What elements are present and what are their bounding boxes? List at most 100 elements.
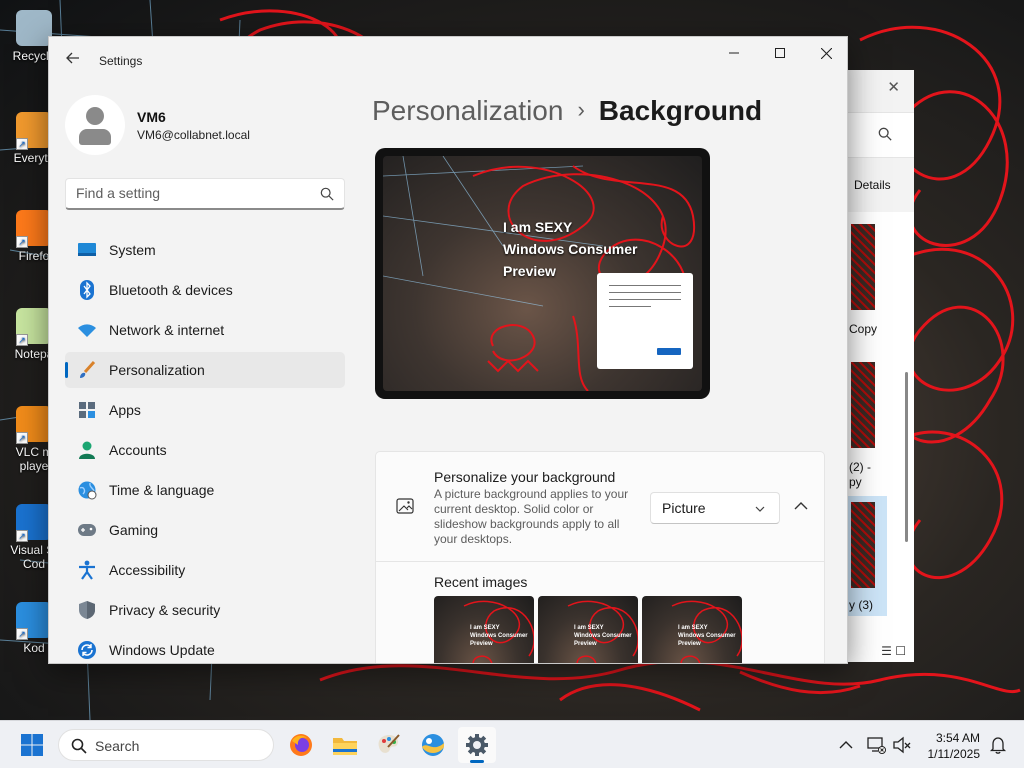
desktop-app-icon: ↗: [16, 406, 52, 444]
view-toggle-buttons[interactable]: ☰ ☐: [881, 644, 906, 658]
notification-bell-icon[interactable]: [988, 735, 1008, 755]
file-caption[interactable]: Copy: [849, 322, 877, 337]
chevron-up-icon[interactable]: [794, 501, 808, 511]
person-icon: [77, 440, 97, 460]
folder-icon: [333, 738, 357, 755]
photos-taskbar-button[interactable]: [414, 727, 452, 763]
firefox-icon: [290, 734, 312, 756]
accessibility-icon: [77, 560, 97, 580]
nav-label: Bluetooth & devices: [109, 282, 233, 298]
personalize-description: A picture background applies to your cur…: [434, 487, 629, 546]
desktop-preview: I am SEXY Windows Consumer Preview: [375, 148, 710, 399]
desktop-app-icon: ↗: [16, 308, 52, 346]
active-app-indicator: [470, 760, 484, 763]
user-name: VM6: [137, 109, 166, 125]
bluetooth-icon: [77, 280, 97, 300]
firefox-taskbar-button[interactable]: [282, 727, 320, 763]
title-bar: Settings: [49, 37, 847, 85]
chevron-up-icon[interactable]: [836, 735, 856, 755]
nav-item-accounts[interactable]: Accounts: [65, 432, 345, 468]
nav-label: Gaming: [109, 522, 159, 538]
nav-label: Network & internet: [109, 322, 225, 338]
recent-images-list: I am SEXY Windows Consumer Preview I am …: [434, 596, 742, 663]
nav-label: Personalization: [109, 362, 205, 378]
file-caption[interactable]: (2) - py: [849, 460, 871, 490]
wifi-icon: [77, 320, 97, 340]
nav-item-system[interactable]: System: [65, 232, 345, 268]
nav-label: Accounts: [109, 442, 167, 458]
recent-images-section: Recent images I am SEXY Windows Consumer…: [376, 562, 824, 663]
file-thumbnail[interactable]: [851, 362, 875, 448]
system-clock[interactable]: 3:54 AM 1/11/2025: [910, 730, 981, 762]
desktop-app-icon: ↗: [16, 602, 52, 640]
breadcrumb: Personalization › Background: [372, 95, 762, 127]
shortcut-arrow-icon: ↗: [16, 236, 28, 248]
paint-taskbar-button[interactable]: [370, 727, 408, 763]
search-icon: [320, 187, 334, 201]
nav-item-bluetooth[interactable]: Bluetooth & devices: [65, 272, 345, 308]
details-button[interactable]: Details: [854, 178, 891, 192]
nav-item-gaming[interactable]: Gaming: [65, 512, 345, 548]
network-disconnected-icon[interactable]: [866, 735, 886, 755]
nav-label: Windows Update: [109, 642, 215, 658]
taskbar-search-placeholder: Search: [95, 738, 140, 754]
search-input[interactable]: [66, 179, 306, 207]
nav-item-time-language[interactable]: Time & language: [65, 472, 345, 508]
nav-item-accessibility[interactable]: Accessibility: [65, 552, 345, 588]
photos-icon: [422, 734, 444, 756]
taskbar: Search 3:54 AM 1/11/2025: [0, 720, 1024, 768]
settings-content: Personalization › Background I am SEXY Win…: [359, 85, 847, 663]
breadcrumb-separator: ›: [577, 97, 585, 122]
shortcut-arrow-icon: ↗: [16, 628, 28, 640]
explorer-close-icon[interactable]: ✕: [887, 78, 900, 96]
windows-start-icon[interactable]: [20, 733, 44, 757]
nav-item-windows-update[interactable]: Windows Update: [65, 632, 345, 663]
breadcrumb-parent[interactable]: Personalization: [372, 95, 563, 126]
find-setting-search[interactable]: [65, 178, 345, 210]
minimize-button[interactable]: [711, 37, 757, 69]
taskbar-search[interactable]: Search: [58, 729, 274, 761]
settings-nav: System Bluetooth & devices Network & int…: [65, 232, 345, 663]
personalize-title: Personalize your background: [434, 469, 616, 485]
search-icon: [71, 738, 87, 754]
paintbrush-icon: [77, 360, 97, 380]
shield-icon: [77, 600, 97, 620]
shortcut-arrow-icon: ↗: [16, 334, 28, 346]
close-button[interactable]: [803, 37, 847, 69]
search-icon: [878, 127, 892, 141]
preview-window-sample: [597, 273, 693, 369]
file-explorer-window[interactable]: ✕ Details Copy (2) - py y (3) ☰ ☐: [846, 70, 914, 662]
recent-image-thumbnail[interactable]: I am SEXY Windows Consumer Preview: [434, 596, 534, 663]
recent-images-title: Recent images: [434, 574, 528, 590]
nav-item-network[interactable]: Network & internet: [65, 312, 345, 348]
file-caption[interactable]: y (3): [849, 598, 873, 613]
thumbnail-watermark: I am SEXY Windows Consumer Preview: [470, 625, 528, 647]
nav-label: Accessibility: [109, 562, 186, 578]
file-thumbnail[interactable]: [851, 224, 875, 310]
shortcut-arrow-icon: ↗: [16, 432, 28, 444]
user-email: VM6@collabnet.local: [137, 128, 250, 142]
recent-image-thumbnail[interactable]: I am SEXY Windows Consumer Preview: [642, 596, 742, 663]
settings-taskbar-button[interactable]: [458, 727, 496, 763]
gear-icon: [466, 734, 488, 756]
file-thumbnail[interactable]: [851, 502, 875, 588]
background-type-select[interactable]: Picture: [650, 492, 780, 524]
explorer-search-box[interactable]: [847, 112, 914, 158]
recent-image-thumbnail[interactable]: I am SEXY Windows Consumer Preview: [538, 596, 638, 663]
thumbnail-watermark: I am SEXY Windows Consumer Preview: [574, 625, 632, 647]
nav-item-personalization[interactable]: Personalization: [65, 352, 345, 388]
volume-muted-icon[interactable]: [892, 735, 912, 755]
nav-item-apps[interactable]: Apps: [65, 392, 345, 428]
desktop-app-icon: ↗: [16, 504, 52, 542]
clock-date: 1/11/2025: [927, 747, 981, 761]
personalize-background-row[interactable]: Personalize your background A picture ba…: [376, 452, 824, 562]
avatar[interactable]: [65, 95, 125, 155]
background-type-value: Picture: [662, 500, 706, 516]
back-arrow-icon[interactable]: [63, 51, 83, 71]
nav-item-privacy-security[interactable]: Privacy & security: [65, 592, 345, 628]
explorer-scrollbar[interactable]: [905, 372, 908, 542]
file-explorer-taskbar-button[interactable]: [326, 727, 364, 763]
thumbnail-watermark: I am SEXY Windows Consumer Preview: [678, 625, 736, 647]
window-title: Settings: [99, 54, 143, 68]
maximize-button[interactable]: [757, 37, 803, 69]
